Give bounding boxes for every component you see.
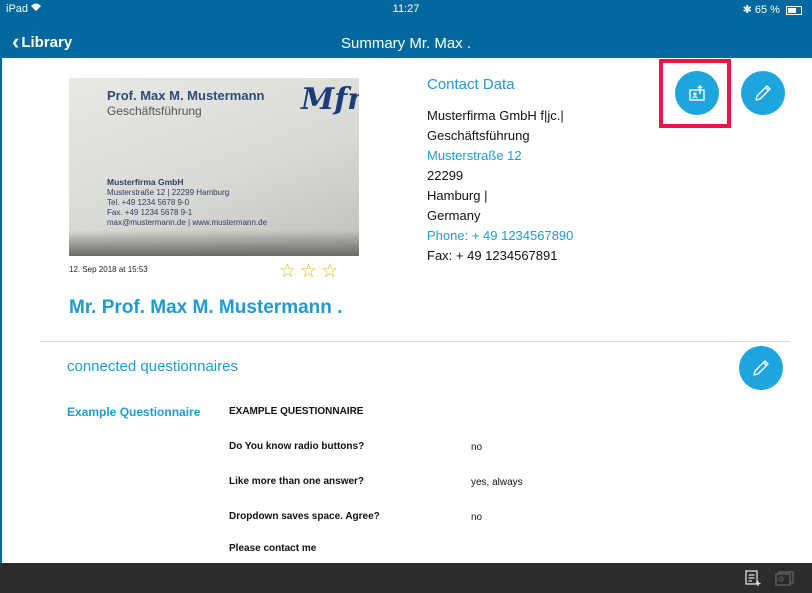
contact-city: Hamburg | bbox=[427, 188, 488, 203]
bottom-toolbar bbox=[0, 563, 812, 593]
questionnaire-name-link[interactable]: Example Questionnaire bbox=[67, 405, 200, 419]
star-icon[interactable]: ☆ bbox=[279, 262, 296, 281]
left-border bbox=[0, 58, 2, 563]
battery-percent: 65 % bbox=[754, 4, 780, 16]
card-web: max@mustermann.de | www.mustermann.de bbox=[107, 218, 268, 227]
pencil-icon bbox=[755, 85, 771, 101]
contact-data: Musterfirma GmbH f|jc.| Geschäftsführung… bbox=[427, 106, 573, 266]
card-company: Musterfirma GmbH bbox=[107, 177, 184, 187]
question-label: Like more than one answer? bbox=[229, 476, 365, 487]
contact-street-link[interactable]: Musterstraße 12 bbox=[427, 146, 573, 166]
connected-questionnaires-title: connected questionnaires bbox=[67, 358, 238, 375]
star-icon[interactable]: ☆ bbox=[300, 262, 317, 281]
contact-position: Geschäftsführung bbox=[427, 128, 530, 143]
edit-contact-button[interactable] bbox=[741, 71, 785, 115]
answer-value: yes, always bbox=[471, 477, 523, 488]
pencil-icon bbox=[753, 360, 769, 376]
answer-value: no bbox=[471, 512, 483, 523]
add-note-icon[interactable] bbox=[744, 569, 762, 592]
card-role: Geschäftsführung bbox=[107, 104, 202, 118]
contact-fax: Fax: + 49 1234567891 bbox=[427, 248, 558, 263]
export-icon bbox=[689, 85, 705, 101]
contact-zip: 22299 bbox=[427, 168, 464, 183]
question-label: Please contact me bbox=[229, 543, 317, 554]
question-label: Dropdown saves space. Agree? bbox=[229, 511, 380, 522]
card-address-block: Musterfirma GmbH Musterstraße 12 | 22299… bbox=[107, 177, 267, 228]
rating-stars[interactable]: ☆ ☆ ☆ bbox=[279, 262, 338, 281]
contact-phone-link[interactable]: Phone: + 49 1234567890 bbox=[427, 226, 573, 246]
contact-company: Musterfirma GmbH f|jc.| bbox=[427, 108, 564, 123]
navigation-bar: iPad 11:27 ✱ 65 % ‹ Library Summary Mr. M… bbox=[0, 0, 812, 58]
status-time: 11:27 bbox=[392, 3, 420, 15]
scan-date: 12. Sep 2018 at 15:53 bbox=[69, 265, 148, 274]
contact-data-title: Contact Data bbox=[427, 76, 515, 93]
page-title: Summary Mr. Max . bbox=[340, 35, 471, 52]
bluetooth-icon: ✱ bbox=[742, 4, 752, 16]
edit-questionnaire-button[interactable] bbox=[739, 346, 783, 390]
card-logo: Mfm bbox=[301, 82, 359, 117]
questionnaire-heading: EXAMPLE QUESTIONNAIRE bbox=[229, 406, 364, 417]
contact-country: Germany bbox=[427, 208, 481, 223]
person-name: Mr. Prof. Max M. Mustermann . bbox=[69, 297, 343, 318]
battery-icon bbox=[786, 5, 802, 15]
battery-indicator: ✱ 65 % bbox=[743, 3, 802, 16]
export-contact-button[interactable] bbox=[675, 71, 719, 115]
card-name: Prof. Max M. Mustermann bbox=[107, 88, 265, 103]
star-icon[interactable]: ☆ bbox=[321, 262, 338, 281]
business-card-image[interactable]: Prof. Max M. Mustermann Geschäftsführung… bbox=[69, 78, 359, 256]
section-divider bbox=[40, 341, 790, 342]
card-fax: Fax. +49 1234 5678 9-1 bbox=[107, 208, 193, 217]
cards-icon[interactable] bbox=[774, 569, 796, 592]
answer-value: no bbox=[471, 442, 483, 453]
status-bar: iPad 11:27 ✱ 65 % bbox=[0, 0, 812, 20]
card-address: Musterstraße 12 | 22299 Hamburg bbox=[107, 188, 230, 197]
question-label: Do You know radio buttons? bbox=[229, 441, 365, 452]
card-tel: Tel. +49 1234 5678 9-0 bbox=[107, 198, 190, 207]
